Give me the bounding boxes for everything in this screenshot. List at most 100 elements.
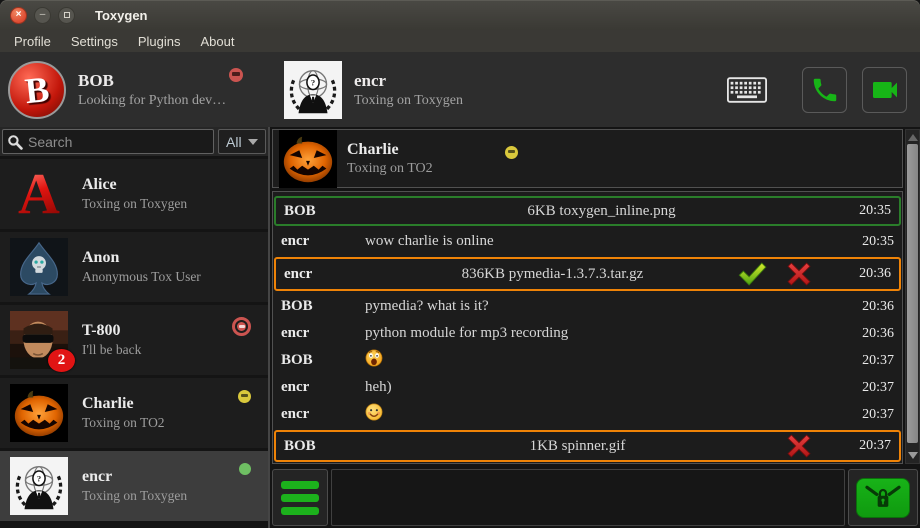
smiley-message: BOB <box>273 347 902 374</box>
contact-item-alice[interactable]: A Alice Toxing on Toxygen <box>0 159 268 229</box>
message-input-box[interactable] <box>331 469 845 526</box>
file-transfer-message[interactable]: BOB 6KB toxygen_inline.png 20:35 <box>274 196 901 226</box>
chat-panel: Charlie Toxing on TO2 BOB 6KB toxygen_in… <box>270 127 920 528</box>
file-transfer-label: 1KB spinner.gif <box>368 438 787 455</box>
self-profile[interactable]: B BOB Looking for Python dev… <box>0 52 270 127</box>
menu-settings[interactable]: Settings <box>61 30 128 52</box>
self-avatar-letter: B <box>23 67 51 111</box>
titlebar: × – Toxygen <box>0 0 920 30</box>
contact-filter-dropdown[interactable]: All <box>218 129 266 154</box>
decline-file-button[interactable] <box>787 262 811 286</box>
contact-status-message: Toxing on Toxygen <box>82 488 187 504</box>
svg-text:?: ? <box>311 77 315 87</box>
contacts-sidebar: All A Alice Toxing on Toxygen <box>0 127 270 528</box>
skull-spade-avatar <box>10 238 68 296</box>
self-status-message[interactable]: Looking for Python dev… <box>78 93 226 109</box>
menubar: Profile Settings Plugins About <box>0 30 920 52</box>
online-status-icon <box>239 463 251 475</box>
hamburger-icon <box>281 481 319 489</box>
message-list: BOB 6KB toxygen_inline.png 20:35 encr wo… <box>272 191 903 464</box>
window-minimize-button[interactable]: – <box>34 7 51 24</box>
menu-profile[interactable]: Profile <box>4 30 61 52</box>
chevron-down-icon <box>248 139 258 145</box>
message-time: 20:35 <box>835 203 891 219</box>
self-avatar[interactable]: B <box>8 61 66 119</box>
message-input[interactable] <box>332 470 844 525</box>
window-close-button[interactable]: × <box>10 7 27 24</box>
accept-file-button[interactable] <box>737 261 767 287</box>
text-message: encr heh) 20:37 <box>273 374 902 401</box>
message-sender: encr <box>281 379 365 396</box>
busy-status-icon <box>229 68 243 82</box>
contact-item-charlie[interactable]: Charlie Toxing on TO2 <box>0 378 268 448</box>
search-box[interactable] <box>2 129 214 154</box>
message-text: wow charlie is online <box>365 233 838 250</box>
composer-bar <box>270 466 920 528</box>
file-transfer-label: 836KB pymedia-1.3.7.3.tar.gz <box>368 266 737 283</box>
search-icon <box>7 134 23 150</box>
self-name[interactable]: BOB <box>78 71 226 91</box>
message-sender: BOB <box>281 352 365 369</box>
menu-plugins[interactable]: Plugins <box>128 30 191 52</box>
top-band: B BOB Looking for Python dev… ? <box>0 52 920 127</box>
message-time: 20:37 <box>838 407 894 423</box>
contact-item-anon[interactable]: Anon Anonymous Tox User <box>0 232 268 302</box>
text-message: encr python module for mp3 recording 20:… <box>273 320 902 347</box>
contact-name: Alice <box>82 176 187 194</box>
file-transfer-message[interactable]: encr 836KB pymedia-1.3.7.3.tar.gz 20 <box>274 257 901 291</box>
cancel-file-button[interactable] <box>787 434 811 458</box>
contact-item-encr[interactable]: ? encr Toxing on Toxygen <box>0 451 268 521</box>
videocam-icon <box>869 74 901 106</box>
scroll-up-arrow[interactable] <box>908 134 918 141</box>
contact-name: Charlie <box>82 395 165 413</box>
contact-status-message: Anonymous Tox User <box>82 269 201 285</box>
file-transfer-message[interactable]: BOB 1KB spinner.gif 20:37 <box>274 430 901 462</box>
attachments-menu-button[interactable] <box>272 469 328 526</box>
chat-contact-status-message: Toxing on TO2 <box>347 161 433 177</box>
search-input[interactable] <box>28 134 209 150</box>
menu-about[interactable]: About <box>190 30 244 52</box>
encrypted-send-icon <box>861 482 905 514</box>
active-contact-name: encr <box>354 71 463 91</box>
audio-call-button[interactable] <box>802 67 847 113</box>
window-maximize-button[interactable] <box>58 7 75 24</box>
pumpkin-avatar <box>279 130 337 188</box>
message-sender: encr <box>281 325 365 342</box>
anonymous-mask-avatar: ? <box>284 61 342 119</box>
send-button[interactable] <box>856 478 910 518</box>
search-row: All <box>0 127 268 156</box>
keyboard-icon[interactable] <box>727 77 767 103</box>
chat-header: Charlie Toxing on TO2 <box>272 129 903 188</box>
scroll-down-arrow[interactable] <box>908 452 918 459</box>
alice-avatar: A <box>10 165 68 223</box>
smiley-message: encr <box>273 401 902 428</box>
message-sender: encr <box>284 266 368 283</box>
svg-text:?: ? <box>37 474 41 484</box>
message-sender: BOB <box>284 438 368 455</box>
unread-count-badge: 2 <box>48 349 75 372</box>
active-contact-status-message: Toxing on Toxygen <box>354 93 463 109</box>
message-time: 20:36 <box>835 266 891 282</box>
video-call-button[interactable] <box>862 67 907 113</box>
window-title: Toxygen <box>95 8 148 23</box>
send-panel <box>848 469 918 526</box>
phone-icon <box>810 75 840 105</box>
contact-status-message: Toxing on Toxygen <box>82 196 187 212</box>
message-time: 20:37 <box>838 380 894 396</box>
message-time: 20:37 <box>838 353 894 369</box>
chat-scrollbar[interactable] <box>905 129 920 464</box>
shocked-smiley-icon <box>365 349 383 367</box>
contact-item-t800[interactable]: T-800 I'll be back 2 <box>0 305 268 375</box>
message-sender: BOB <box>284 203 368 220</box>
message-text: pymedia? what is it? <box>365 298 838 315</box>
contact-list: A Alice Toxing on Toxygen <box>0 156 268 528</box>
message-sender: encr <box>281 233 365 250</box>
message-sender: encr <box>281 406 365 423</box>
away-status-icon <box>505 146 518 159</box>
message-text: python module for mp3 recording <box>365 325 838 342</box>
text-message: BOB pymedia? what is it? 20:36 <box>273 293 902 320</box>
contact-name: T-800 <box>82 322 141 340</box>
contact-name: Anon <box>82 249 201 267</box>
scrollbar-thumb[interactable] <box>907 144 918 443</box>
message-time: 20:36 <box>838 299 894 315</box>
